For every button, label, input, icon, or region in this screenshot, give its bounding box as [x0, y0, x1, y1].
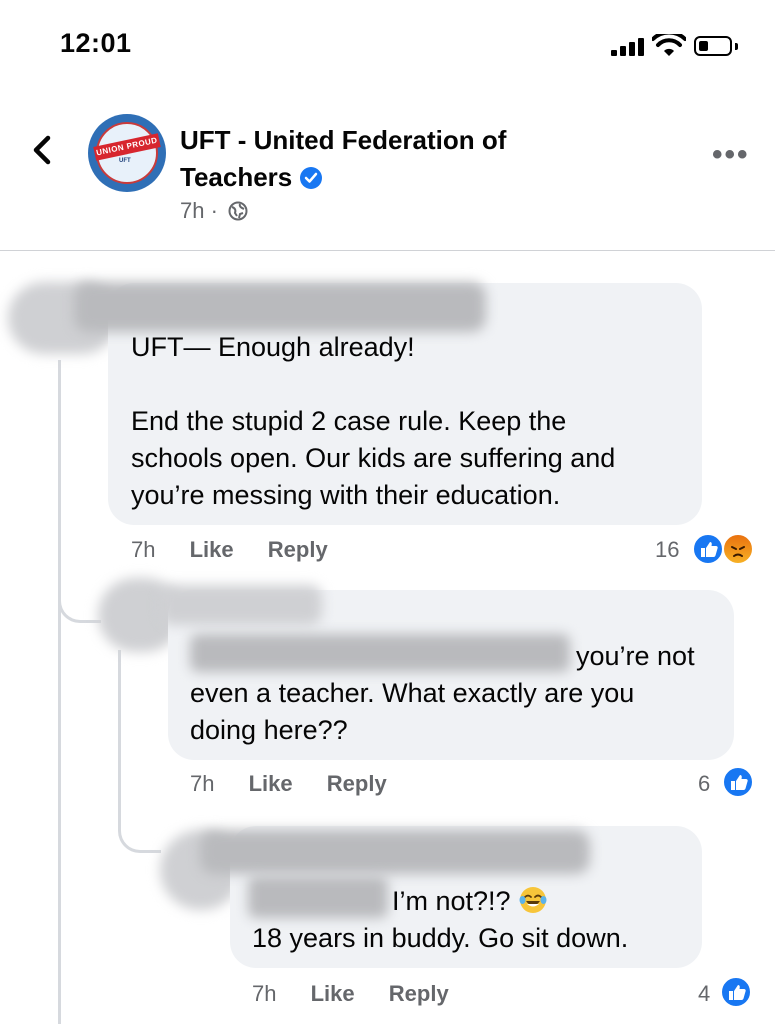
reply-text: I’m not?!? 18 years in buddy. Go sit dow… [252, 886, 629, 953]
comment-actions: 7h Like Reply [131, 537, 356, 563]
page-name-line1: UFT - United Federation of [180, 125, 507, 155]
reply-actions: 7h Like Reply [252, 981, 477, 1007]
like-button[interactable]: Like [190, 537, 234, 562]
thread-line [58, 360, 61, 1024]
angry-reaction-icon [722, 533, 754, 565]
comment-age: 7h [131, 537, 156, 562]
thread-line-nested [118, 650, 121, 830]
like-button[interactable]: Like [249, 771, 293, 796]
reaction-count[interactable]: 16 [655, 537, 679, 563]
post-meta: 7h · [180, 198, 248, 224]
chevron-left-icon [33, 135, 51, 165]
redacted-commenter-name [200, 830, 590, 874]
like-button[interactable]: Like [311, 981, 355, 1006]
reply-text: you’re not even a teacher. What exactly … [190, 641, 695, 745]
like-reaction-icon [722, 766, 754, 798]
redacted-commenter-name [74, 282, 486, 332]
header-divider [0, 250, 775, 251]
battery-tip [735, 43, 738, 50]
tears-of-joy-emoji-icon [519, 887, 547, 913]
page-name[interactable]: UFT - United Federation of Teachers [180, 122, 580, 196]
reply-actions: 7h Like Reply [190, 771, 415, 797]
reply-age: 7h [252, 981, 277, 1006]
post-age: 7h · [180, 198, 218, 223]
like-reaction-icon [720, 976, 752, 1008]
page-name-line2: Teachers [180, 162, 293, 192]
comment-text: UFT— Enough already! End the stupid 2 ca… [131, 332, 616, 510]
back-button[interactable] [28, 130, 58, 170]
reply-age: 7h [190, 771, 215, 796]
reply-button[interactable]: Reply [268, 537, 328, 562]
wifi-icon [651, 30, 687, 58]
reply-button[interactable]: Reply [327, 771, 387, 796]
reaction-count[interactable]: 6 [698, 771, 710, 797]
status-time: 12:01 [60, 28, 132, 58]
redacted-commenter-name [160, 585, 322, 625]
thread-branch [58, 580, 101, 623]
more-options-icon[interactable]: ••• [712, 138, 750, 172]
cellular-signal-icon [611, 38, 647, 56]
globe-icon [228, 201, 248, 221]
verified-badge-icon [300, 167, 323, 189]
avatar-logo-sub: UFT [119, 158, 131, 164]
reaction-count[interactable]: 4 [698, 981, 710, 1007]
battery-icon [694, 36, 732, 56]
page-avatar[interactable]: UNION PROUD UFT [88, 114, 166, 192]
like-reaction-icon [692, 533, 724, 565]
reply-button[interactable]: Reply [389, 981, 449, 1006]
thread-branch-nested [118, 810, 161, 853]
